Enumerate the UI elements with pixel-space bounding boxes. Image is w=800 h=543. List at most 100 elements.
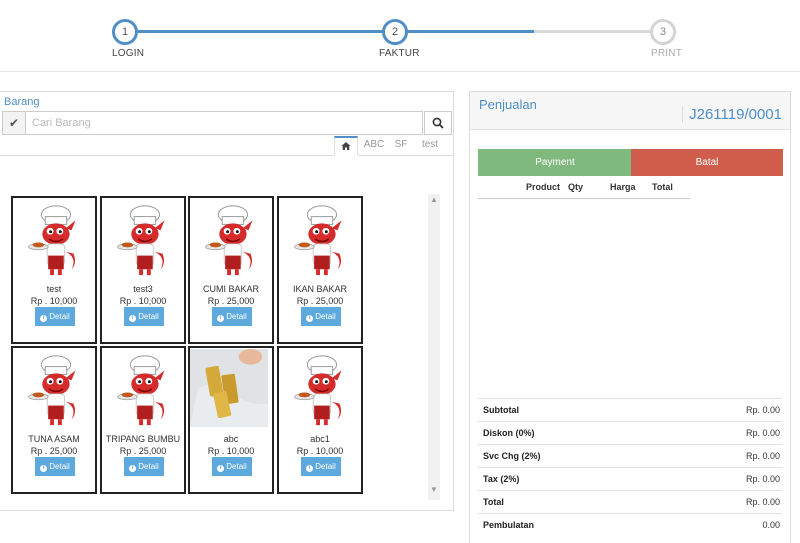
product-price: Rp . 25,000 — [30, 446, 78, 456]
catalog-title: Barang — [4, 96, 40, 108]
product-card[interactable]: test Rp . 10,000 i Detail — [11, 196, 97, 344]
product-card[interactable]: test3 Rp . 10,000 i Detail — [100, 196, 186, 344]
total-label: Diskon (0%) — [483, 428, 535, 438]
total-label: Tax (2%) — [483, 474, 520, 484]
product-name: test3 — [133, 284, 153, 294]
detail-button[interactable]: i Detail — [124, 457, 164, 476]
col-product: Product — [526, 182, 561, 192]
detail-label: Detail — [226, 462, 247, 471]
total-value: Rp. 0.00 — [745, 474, 780, 484]
info-icon: i — [217, 465, 225, 472]
scroll-down-icon[interactable]: ▼ — [428, 484, 440, 496]
check-icon[interactable]: ✔ — [2, 111, 26, 135]
cancel-button[interactable]: Batal — [631, 149, 783, 176]
product-grid: test Rp . 10,000 i Detail test3 Rp . 10,000 i D… — [11, 196, 431, 496]
product-name: abc1 — [310, 434, 330, 444]
detail-label: Detail — [315, 312, 336, 321]
info-icon: i — [40, 465, 48, 472]
product-card[interactable]: TUNA ASAM Rp . 25,000 i Detail — [11, 346, 97, 494]
chef-mascot-image — [104, 200, 182, 280]
chef-mascot-image — [281, 200, 359, 280]
product-card[interactable]: CUMI BAKAR Rp . 25,000 i Detail — [188, 196, 274, 344]
total-label: Subtotal — [483, 405, 519, 415]
scroll-up-icon[interactable]: ▲ — [428, 194, 440, 206]
sale-header: Penjualan J261119/0001 — [470, 92, 790, 130]
total-row-subtotal: Subtotal Rp. 0.00 — [478, 398, 782, 421]
stepper-line-pending — [534, 30, 650, 33]
chef-mascot-image — [281, 350, 359, 430]
product-name: abc — [223, 434, 239, 444]
tab-home[interactable] — [334, 136, 358, 156]
detail-label: Detail — [49, 312, 70, 321]
total-row-diskon: Diskon (0%) Rp. 0.00 — [478, 421, 782, 444]
detail-button[interactable]: i Detail — [301, 457, 341, 476]
total-row-total: Total Rp. 0.00 — [478, 490, 782, 513]
total-value: Rp. 0.00 — [745, 405, 780, 415]
product-name: CUMI BAKAR — [202, 284, 259, 294]
detail-label: Detail — [49, 462, 70, 471]
step-faktur-circle[interactable]: 2 — [382, 19, 408, 45]
product-price: Rp . 25,000 — [207, 296, 255, 306]
detail-label: Detail — [138, 312, 159, 321]
totals-table: Subtotal Rp. 0.00 Diskon (0%) Rp. 0.00 S… — [478, 398, 782, 536]
step-login-circle[interactable]: 1 — [112, 19, 138, 45]
total-value: Rp. 0.00 — [745, 451, 780, 461]
detail-button[interactable]: i Detail — [35, 457, 75, 476]
product-price: Rp . 25,000 — [296, 296, 344, 306]
detail-button[interactable]: i Detail — [35, 307, 75, 326]
product-price: Rp . 10,000 — [119, 296, 167, 306]
cart-table-header: Product Qty Harga Total — [478, 180, 690, 199]
chef-mascot-image — [192, 200, 270, 280]
col-harga: Harga — [610, 182, 636, 192]
home-icon — [341, 142, 351, 150]
total-row-pembulatan: Pembulatan 0.00 — [478, 513, 782, 536]
info-icon: i — [40, 315, 48, 322]
detail-button[interactable]: i Detail — [124, 307, 164, 326]
chef-mascot-image — [15, 200, 93, 280]
detail-button[interactable]: i Detail — [212, 457, 252, 476]
step-login-label: LOGIN — [112, 48, 145, 59]
detail-label: Detail — [315, 462, 336, 471]
total-row-tax: Tax (2%) Rp. 0.00 — [478, 467, 782, 490]
total-label: Svc Chg (2%) — [483, 451, 541, 461]
product-photo — [190, 348, 272, 428]
detail-button[interactable]: i Detail — [301, 307, 341, 326]
info-icon: i — [306, 465, 314, 472]
product-card[interactable]: IKAN BAKAR Rp . 25,000 i Detail — [277, 196, 363, 344]
search-input[interactable] — [25, 111, 423, 135]
progress-stepper: 1 LOGIN 2 FAKTUR 3 PRINT — [0, 0, 800, 72]
total-value: Rp. 0.00 — [745, 428, 780, 438]
chef-mascot-image — [104, 350, 182, 430]
total-value: 0.00 — [762, 520, 780, 530]
stepper-line-completed — [138, 30, 534, 33]
product-card[interactable]: abc Rp . 10,000 i Detail — [188, 346, 274, 494]
total-row-service: Svc Chg (2%) Rp. 0.00 — [478, 444, 782, 467]
search-icon — [432, 117, 444, 129]
search-bar: ✔ — [2, 111, 452, 135]
total-value: Rp. 0.00 — [745, 497, 780, 507]
payment-button[interactable]: Payment — [478, 149, 632, 176]
tab-test[interactable]: test — [416, 136, 444, 156]
info-icon: i — [217, 315, 225, 322]
sale-title: Penjualan — [479, 97, 537, 112]
search-button[interactable] — [424, 111, 452, 135]
tab-sf[interactable]: SF — [390, 136, 412, 156]
info-icon: i — [306, 315, 314, 322]
product-card[interactable]: abc1 Rp . 10,000 i Detail — [277, 346, 363, 494]
product-price: Rp . 25,000 — [119, 446, 167, 456]
col-total: Total — [652, 182, 673, 192]
detail-button[interactable]: i Detail — [212, 307, 252, 326]
chef-mascot-image — [15, 350, 93, 430]
tab-abc[interactable]: ABC — [360, 136, 388, 156]
col-qty: Qty — [568, 182, 584, 192]
info-icon: i — [129, 465, 137, 472]
product-card[interactable]: TRIPANG BUMBU Rp . 25,000 i Detail — [100, 346, 186, 494]
product-name: IKAN BAKAR — [292, 284, 348, 294]
product-scrollbar[interactable]: ▲ ▼ — [428, 194, 440, 500]
product-price: Rp . 10,000 — [207, 446, 255, 456]
detail-label: Detail — [138, 462, 159, 471]
step-print-label: PRINT — [651, 48, 682, 59]
detail-label: Detail — [226, 312, 247, 321]
step-print-circle[interactable]: 3 — [650, 19, 676, 45]
total-label: Pembulatan — [483, 520, 535, 530]
